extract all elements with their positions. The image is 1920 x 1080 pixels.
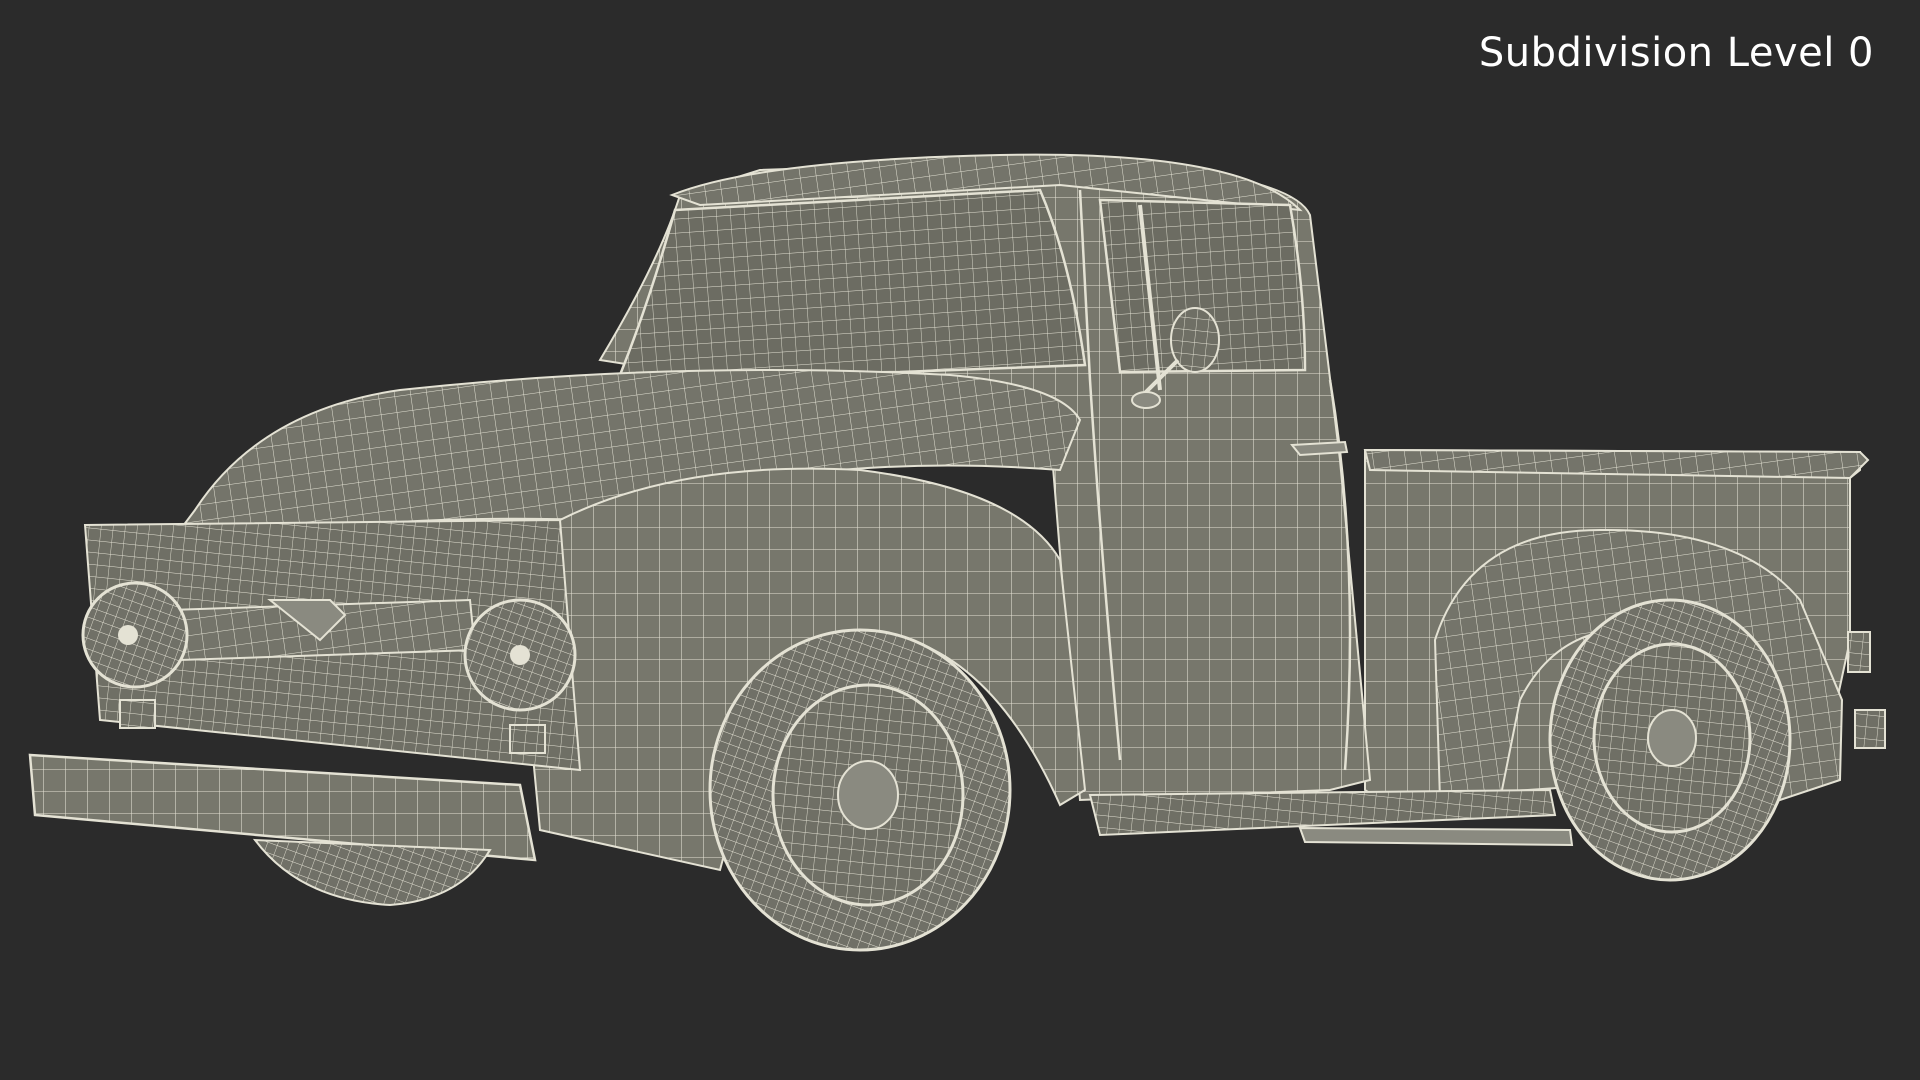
- exhaust-pipe: [1298, 826, 1574, 847]
- rear-wheel: [1548, 598, 1792, 882]
- subdivision-level-label: Subdivision Level 0: [1478, 30, 1874, 76]
- front-wheel-left: [252, 838, 492, 907]
- headlight-left: [81, 581, 189, 689]
- render-viewport: Subdivision Level 0: [0, 0, 1920, 1080]
- truck-wireframe-model: [28, 153, 1886, 952]
- headlight-right: [463, 598, 577, 712]
- front-wheel-right: [708, 628, 1012, 952]
